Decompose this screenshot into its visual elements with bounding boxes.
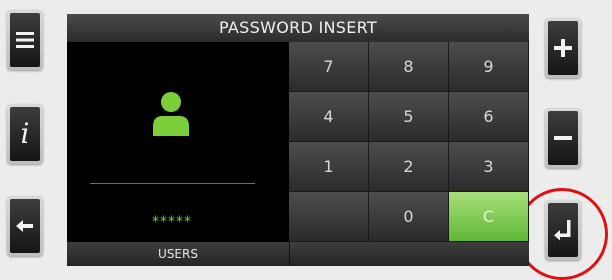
key-5[interactable]: 5 [369,92,449,142]
key-9[interactable]: 9 [449,42,529,92]
clear-key[interactable]: C [449,192,529,242]
plus-icon [548,21,578,75]
highlight-circle [516,188,608,280]
user-icon [153,92,189,136]
key-2[interactable]: 2 [369,142,449,192]
back-button[interactable] [7,196,43,256]
back-arrow-icon [10,199,40,253]
key-8[interactable]: 8 [369,42,449,92]
minus-icon [548,111,578,165]
page-title: PASSWORD INSERT [67,14,529,42]
user-pane: ***** [67,42,289,242]
menu-button[interactable] [7,10,43,70]
display-screen: PASSWORD INSERT ***** 7 8 9 4 5 6 1 2 3 … [67,14,529,266]
menu-icon [10,13,40,67]
minus-button[interactable] [545,108,581,168]
key-3[interactable]: 3 [449,142,529,192]
info-button[interactable]: i [7,104,43,164]
users-tab[interactable]: USERS [67,242,290,266]
key-0[interactable]: 0 [369,192,449,242]
keypad: 7 8 9 4 5 6 1 2 3 0 C [289,42,529,242]
password-field[interactable]: ***** [67,214,277,230]
key-blank [289,192,369,242]
bottom-bar: USERS [67,242,529,266]
key-1[interactable]: 1 [289,142,369,192]
key-6[interactable]: 6 [449,92,529,142]
info-icon: i [10,107,40,161]
plus-button[interactable] [545,18,581,78]
password-underline [90,183,255,184]
key-4[interactable]: 4 [289,92,369,142]
key-7[interactable]: 7 [289,42,369,92]
